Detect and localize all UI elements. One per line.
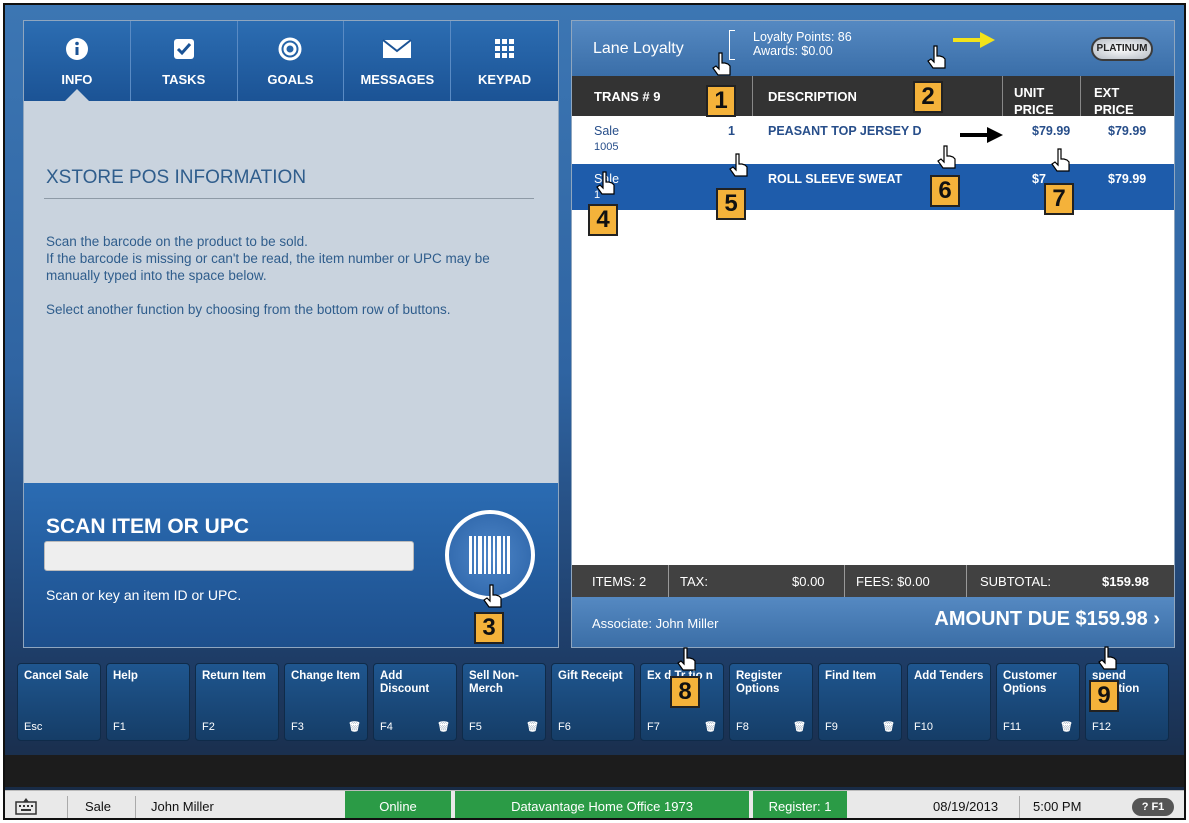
callout-3: 3 [474, 612, 504, 644]
callout-4: 4 [588, 204, 618, 236]
pointer-hand-icon [677, 647, 696, 671]
pointer-hand-icon [1051, 148, 1070, 172]
pointer-hand-icon [712, 52, 731, 76]
yellow-arrow [953, 32, 995, 48]
pointer-hand-icon [937, 145, 956, 169]
callout-6: 6 [930, 175, 960, 207]
pointer-hand-icon [729, 153, 748, 177]
callout-9: 9 [1089, 680, 1119, 712]
pointer-hand-icon [596, 171, 615, 195]
black-arrow [960, 127, 1003, 143]
pos-window: INFO TASKS GOALS MESSAGES KEYPAD XSTORE … [3, 3, 1186, 820]
callout-7: 7 [1044, 183, 1074, 215]
pointer-hand-icon [927, 45, 946, 69]
callout-8: 8 [670, 676, 700, 708]
callout-1: 1 [706, 85, 736, 117]
callout-2: 2 [913, 81, 943, 113]
pointer-hand-icon [483, 584, 502, 608]
annotation-arrows [953, 32, 1003, 143]
callout-5: 5 [716, 188, 746, 220]
pointer-hand-icon [1098, 646, 1117, 670]
